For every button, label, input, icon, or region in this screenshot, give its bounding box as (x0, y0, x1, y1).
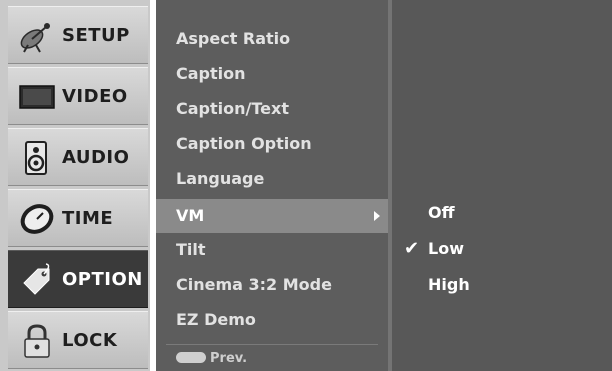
menu-item-caption-text[interactable]: Caption/Text (156, 92, 388, 126)
menu-item-ez-demo[interactable]: EZ Demo (156, 303, 388, 337)
menu-item-caption[interactable]: Caption (156, 57, 388, 91)
monitor-icon (19, 85, 55, 109)
nav-label: AUDIO (62, 147, 130, 168)
nav-label: LOCK (62, 330, 118, 351)
nav-label: OPTION (62, 269, 143, 290)
satellite-dish-icon (20, 23, 50, 53)
submenu-option-low[interactable]: ✔ Low (392, 231, 612, 267)
option-label: Off (428, 203, 455, 222)
menu-item-language[interactable]: Language (156, 162, 388, 196)
nav-item-option[interactable]: OPTION (8, 250, 148, 308)
padlock-icon (24, 324, 50, 358)
nav-item-lock[interactable]: LOCK (8, 311, 148, 369)
menu-item-label: VM (176, 206, 205, 225)
prev-hint[interactable]: Prev. (176, 346, 247, 371)
checkmark-icon: ✔ (404, 238, 420, 259)
menu-item-vm[interactable]: VM (156, 199, 388, 233)
remote-button-icon (176, 352, 206, 363)
submenu-option-high[interactable]: High (392, 267, 612, 303)
tv-osd-screen: SETUP VIDEO AUDIO TIME OPTION LOCK Aspec… (0, 0, 612, 371)
menu-item-caption-option[interactable]: Caption Option (156, 127, 388, 161)
speaker-icon (25, 141, 47, 175)
tag-icon (23, 263, 50, 295)
nav-item-audio[interactable]: AUDIO (8, 128, 148, 186)
nav-label: SETUP (62, 25, 130, 46)
submenu-option-off[interactable]: Off (392, 195, 612, 231)
menu-item-cinema-3-2-mode[interactable]: Cinema 3:2 Mode (156, 268, 388, 302)
nav-label: VIDEO (62, 86, 128, 107)
menu-item-aspect-ratio[interactable]: Aspect Ratio (156, 22, 388, 56)
nav-item-time[interactable]: TIME (8, 189, 148, 247)
option-label: Low (428, 239, 464, 258)
main-category-nav: SETUP VIDEO AUDIO TIME OPTION LOCK (0, 0, 150, 371)
submenu-arrow-icon (374, 211, 380, 221)
vm-submenu: Off ✔ Low High (392, 0, 612, 371)
nav-item-setup[interactable]: SETUP (8, 6, 148, 64)
clock-icon (20, 204, 54, 234)
divider (166, 344, 378, 345)
nav-label: TIME (62, 208, 114, 229)
nav-item-video[interactable]: VIDEO (8, 67, 148, 125)
option-label: High (428, 275, 470, 294)
option-menu: Aspect Ratio Caption Caption/Text Captio… (156, 0, 388, 371)
prev-label: Prev. (210, 351, 248, 366)
menu-item-tilt[interactable]: Tilt (156, 233, 388, 267)
